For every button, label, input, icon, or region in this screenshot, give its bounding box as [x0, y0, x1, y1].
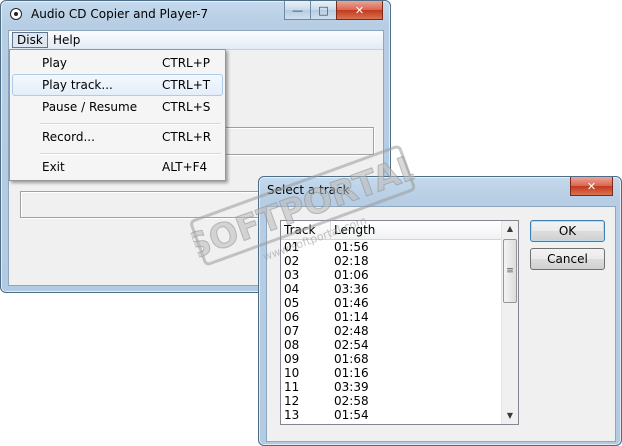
status-panel-lower — [20, 191, 280, 218]
track-row[interactable]: 11 03:39 — [281, 380, 503, 394]
track-length: 02:48 — [334, 324, 369, 338]
menu-item-label: Exit — [42, 160, 65, 174]
menu-item-shortcut: CTRL+S — [162, 100, 211, 114]
track-row[interactable]: 10 01:16 — [281, 366, 503, 380]
track-number: 01 — [284, 240, 300, 254]
menubar: Disk Help — [9, 31, 383, 50]
close-icon: ✕ — [354, 3, 365, 17]
scrollbar-thumb[interactable]: ≡ — [503, 239, 517, 303]
track-list-scrollbar[interactable]: ▲ ≡ ▼ — [501, 221, 518, 424]
track-row[interactable]: 04 03:36 — [281, 282, 503, 296]
dialog-titlebar[interactable]: Select a track ✕ — [259, 177, 621, 204]
minimize-icon: — — [292, 3, 303, 17]
menu-item-label: Pause / Resume — [42, 100, 138, 114]
menu-item-label: Record... — [42, 130, 95, 144]
column-header-length[interactable]: Length — [331, 221, 503, 239]
close-icon: ✕ — [586, 179, 597, 193]
track-length: 02:54 — [334, 338, 369, 352]
menu-item-label: Play track... — [42, 78, 113, 92]
track-number: 12 — [284, 394, 300, 408]
track-number: 03 — [284, 268, 300, 282]
menu-item-play[interactable]: Play CTRL+P — [12, 52, 223, 74]
cancel-button[interactable]: Cancel — [530, 248, 605, 270]
maximize-button[interactable]: □ — [310, 1, 337, 20]
track-row[interactable]: 02 02:18 — [281, 254, 503, 268]
track-list[interactable]: Track Length 01 01:56 02 02:18 03 01:06 04 03:3… — [280, 220, 519, 425]
track-row[interactable]: 01 01:56 — [281, 240, 503, 254]
minimize-button[interactable]: — — [284, 1, 311, 20]
track-length: 01:56 — [334, 240, 369, 254]
select-track-dialog: Select a track ✕ Track Length 01 01:56 02 0… — [258, 176, 622, 446]
menu-item-shortcut: ALT+F4 — [162, 160, 208, 174]
maximize-icon: □ — [318, 3, 329, 17]
track-row[interactable]: 03 01:06 — [281, 268, 503, 282]
disk-dropdown-menu: Play CTRL+P Play track... CTRL+T Pause /… — [9, 49, 226, 181]
menu-help[interactable]: Help — [49, 32, 84, 48]
menu-item-shortcut: CTRL+R — [162, 130, 212, 144]
track-row[interactable]: 09 01:68 — [281, 352, 503, 366]
track-length: 02:18 — [334, 254, 369, 268]
menu-item-label: Play — [42, 56, 68, 70]
track-length: 01:68 — [334, 352, 369, 366]
track-length: 03:39 — [334, 380, 369, 394]
track-row[interactable]: 12 02:58 — [281, 394, 503, 408]
track-number: 02 — [284, 254, 300, 268]
menu-item-play-track[interactable]: Play track... CTRL+T — [12, 74, 223, 96]
menu-disk[interactable]: Disk — [12, 32, 48, 48]
ok-button[interactable]: OK — [530, 220, 605, 242]
track-number: 07 — [284, 324, 300, 338]
menu-item-record[interactable]: Record... CTRL+R — [12, 126, 223, 148]
track-number: 08 — [284, 338, 300, 352]
track-length: 01:14 — [334, 310, 369, 324]
menu-separator — [40, 123, 221, 125]
track-row[interactable]: 08 02:54 — [281, 338, 503, 352]
status-panel-upper — [224, 127, 374, 155]
track-length: 01:06 — [334, 268, 369, 282]
track-row[interactable]: 05 01:46 — [281, 296, 503, 310]
cd-app-icon — [10, 8, 22, 20]
menu-separator — [40, 153, 221, 155]
track-number: 10 — [284, 366, 300, 380]
menu-item-pause-resume[interactable]: Pause / Resume CTRL+S — [12, 96, 223, 118]
menu-item-shortcut: CTRL+T — [162, 78, 211, 92]
track-length: 03:36 — [334, 282, 369, 296]
scroll-up-arrow-icon[interactable]: ▲ — [502, 221, 518, 237]
track-length: 02:58 — [334, 394, 369, 408]
column-header-track[interactable]: Track — [281, 221, 331, 239]
track-length: 01:46 — [334, 296, 369, 310]
track-row[interactable]: 13 01:54 — [281, 408, 503, 422]
main-window-title: Audio CD Copier and Player-7 — [31, 7, 209, 21]
menu-item-shortcut: CTRL+P — [162, 56, 211, 70]
scroll-down-arrow-icon[interactable]: ▼ — [502, 408, 518, 424]
track-length: 01:16 — [334, 366, 369, 380]
dialog-close-button[interactable]: ✕ — [570, 177, 613, 196]
menu-item-exit[interactable]: Exit ALT+F4 — [12, 156, 223, 178]
track-number: 11 — [284, 380, 300, 394]
track-length: 01:54 — [334, 408, 369, 422]
main-titlebar[interactable]: Audio CD Copier and Player-7 — □ ✕ — [1, 1, 390, 28]
track-number: 05 — [284, 296, 300, 310]
dialog-title: Select a track — [267, 183, 350, 197]
track-number: 04 — [284, 282, 300, 296]
track-list-header: Track Length — [281, 221, 503, 240]
track-number: 13 — [284, 408, 300, 422]
track-number: 09 — [284, 352, 300, 366]
close-button[interactable]: ✕ — [336, 1, 383, 20]
dialog-client-area: Track Length 01 01:56 02 02:18 03 01:06 04 03:3… — [266, 206, 616, 442]
track-row[interactable]: 06 01:14 — [281, 310, 503, 324]
track-number: 06 — [284, 310, 300, 324]
track-row[interactable]: 07 02:48 — [281, 324, 503, 338]
